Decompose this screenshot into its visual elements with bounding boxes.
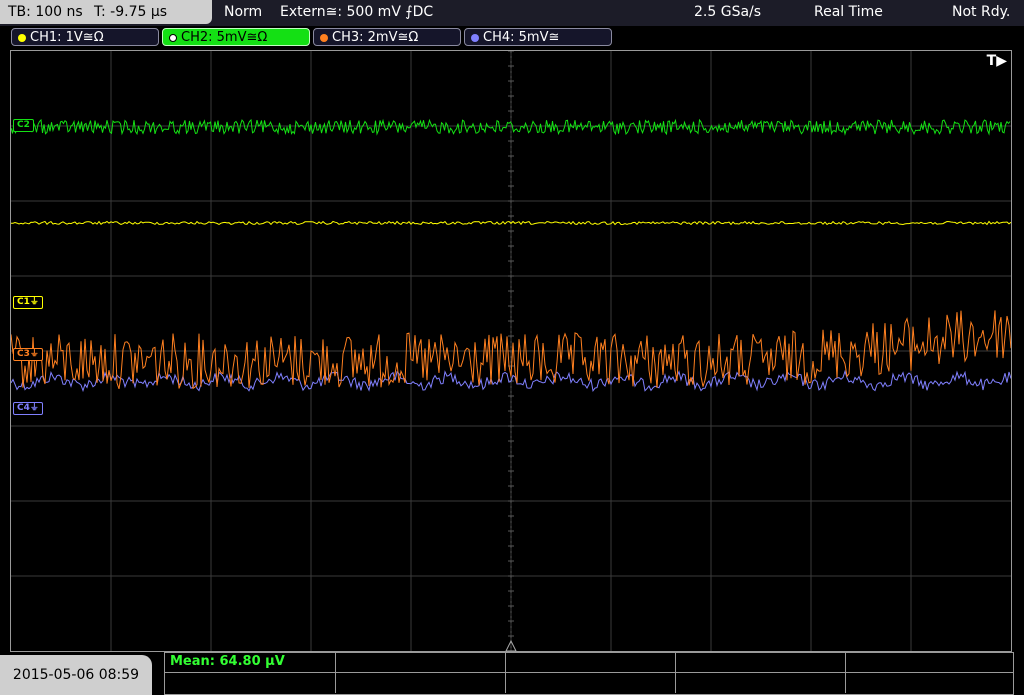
timebase-box[interactable]: TB: 100 ns T: -9.75 µs bbox=[0, 0, 212, 24]
sample-rate: 2.5 GSa/s bbox=[694, 4, 762, 20]
timebase-value: TB: 100 ns bbox=[8, 4, 83, 20]
acquisition-mode[interactable]: Real Time bbox=[814, 0, 883, 24]
channel-tab-ch2[interactable]: CH2: 5mV≅Ω bbox=[162, 28, 310, 46]
status-bar: TB: 100 ns T: -9.75 µs Norm Extern≅: 500… bbox=[0, 0, 1024, 26]
channel-tab-ch1[interactable]: CH1: 1V≅Ω bbox=[11, 28, 159, 46]
trigger-time-value: T: -9.75 µs bbox=[94, 4, 168, 20]
ch2-dot-icon bbox=[169, 34, 177, 42]
channel-label: CH4: 5mV≅ bbox=[483, 30, 560, 45]
ready-status: Not Rdy. bbox=[952, 4, 1011, 20]
channel-bar: CH1: 1V≅Ω CH2: 5mV≅Ω CH3: 2mV≅Ω CH4: 5mV… bbox=[0, 26, 1024, 48]
waveform-display[interactable]: T▶ C2 C1⏚ C3⏚ C4⏚ bbox=[10, 50, 1012, 652]
datetime: 2015-05-06 08:59 bbox=[0, 655, 152, 695]
measurement-row: Mean: 64.80 µV bbox=[165, 653, 1013, 673]
channel-tab-ch3[interactable]: CH3: 2mV≅Ω bbox=[313, 28, 461, 46]
mean-measurement[interactable]: Mean: 64.80 µV bbox=[170, 654, 285, 669]
measurement-panel: Mean: 64.80 µV bbox=[164, 652, 1014, 695]
trigger-position-icon: T▶ bbox=[986, 53, 1007, 69]
channel-tab-ch4[interactable]: CH4: 5mV≅ bbox=[464, 28, 612, 46]
trigger-source[interactable]: Extern≅: 500 mV ⨍DC bbox=[280, 0, 433, 24]
ch3-dot-icon bbox=[320, 34, 328, 42]
channel-label: CH2: 5mV≅Ω bbox=[181, 30, 268, 45]
ch4-dot-icon bbox=[471, 34, 479, 42]
ch2-ground-marker[interactable]: C2 bbox=[13, 119, 34, 132]
ch1-ground-marker[interactable]: C1⏚ bbox=[13, 296, 43, 309]
channel-label: CH3: 2mV≅Ω bbox=[332, 30, 419, 45]
measurement-row bbox=[165, 673, 1013, 693]
waveform-canvas bbox=[11, 51, 1011, 651]
channel-label: CH1: 1V≅Ω bbox=[30, 30, 104, 45]
trigger-mode[interactable]: Norm bbox=[224, 0, 262, 24]
ch1-dot-icon bbox=[18, 34, 26, 42]
ch4-ground-marker[interactable]: C4⏚ bbox=[13, 402, 43, 415]
ch3-ground-marker[interactable]: C3⏚ bbox=[13, 348, 43, 361]
